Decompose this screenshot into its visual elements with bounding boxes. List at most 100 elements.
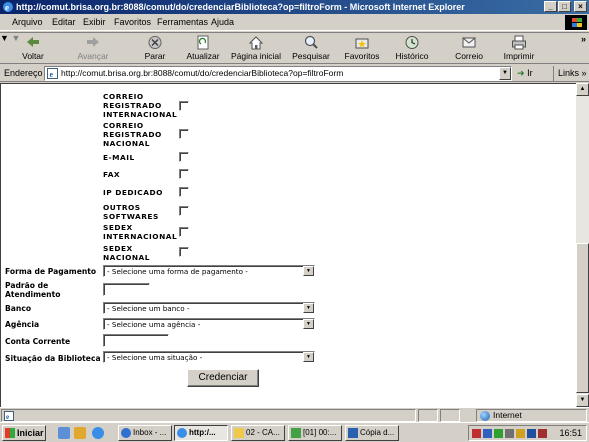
task-document[interactable]: Cópia d... (345, 425, 399, 441)
start-button[interactable]: Iniciar (2, 425, 46, 441)
links-button[interactable]: Links » (553, 66, 587, 81)
address-label: Endereço (4, 68, 43, 78)
tray-icon-4[interactable] (505, 429, 514, 438)
vertical-scrollbar[interactable]: ▲ ▼ (576, 83, 589, 407)
menu-bar: Arquivo Editar Exibir Favoritos Ferramen… (0, 14, 589, 31)
service-checkbox-fax[interactable] (179, 169, 189, 179)
system-tray: 16:51 (468, 425, 587, 441)
agency-select-value: - Selecione uma agência - (107, 320, 201, 329)
account-input[interactable] (103, 334, 169, 347)
service-checkbox-ip-dedicado[interactable] (179, 187, 189, 197)
status-select[interactable]: - Selecione uma situação - ▼ (103, 351, 315, 363)
service-checkbox-sedex-nacional[interactable] (179, 247, 189, 257)
menu-editar[interactable]: Editar (52, 17, 76, 27)
payment-select[interactable]: - Selecione uma forma de pagamento - ▼ (103, 265, 315, 277)
page-status-icon: e (4, 411, 14, 421)
menu-ferramentas[interactable]: Ferramentas (157, 17, 208, 27)
service-label-ip-dedicado: IP DEDICADO (103, 188, 163, 197)
credenciar-button[interactable]: Credenciar (187, 369, 259, 387)
task-ie-label: http:/... (189, 428, 216, 437)
menu-ajuda[interactable]: Ajuda (211, 17, 234, 27)
forward-label: Avançar (77, 51, 109, 61)
schedule-label: Padrão de Atendimento (5, 281, 61, 299)
maximize-button[interactable]: □ (558, 1, 571, 12)
outlook-express-icon[interactable] (74, 427, 86, 439)
windows-logo-icon (565, 15, 587, 30)
taskbar: Iniciar Inbox - ... http:/... 02 - CA...… (0, 422, 589, 442)
favorites-button[interactable]: Favoritos (342, 35, 382, 63)
bank-label: Banco (5, 304, 32, 313)
speaker-icon[interactable] (516, 429, 525, 438)
ie-quicklaunch-icon[interactable] (92, 427, 104, 439)
task-inbox[interactable]: Inbox - ... (118, 425, 172, 441)
address-dropdown-button[interactable]: ▼ (499, 67, 511, 80)
task-folder[interactable]: 02 - CA... (231, 425, 285, 441)
search-label: Pesquisar (292, 51, 330, 61)
status-bar: e Internet (0, 407, 589, 422)
search-button[interactable]: Pesquisar (291, 35, 331, 63)
agency-select[interactable]: - Selecione uma agência - ▼ (103, 318, 315, 330)
network-icon[interactable] (527, 429, 536, 438)
chevron-down-icon: ▼ (303, 303, 314, 313)
print-button[interactable]: Imprimir (500, 35, 538, 63)
service-label-sedex-nacional: SEDEX NACIONAL (103, 244, 150, 262)
start-label: Iniciar (17, 428, 44, 438)
show-desktop-icon[interactable] (58, 427, 70, 439)
stop-button[interactable]: Parar (138, 35, 172, 63)
service-checkbox-correio-registrado-internacional[interactable] (179, 101, 189, 111)
refresh-button[interactable]: Atualizar (182, 35, 224, 63)
menu-exibir[interactable]: Exibir (83, 17, 106, 27)
back-button[interactable]: Voltar (14, 35, 52, 63)
toolbar-more-button[interactable]: » (581, 34, 586, 44)
go-button[interactable]: ➜ Ir (517, 68, 533, 79)
service-label-fax: FAX (103, 170, 121, 179)
refresh-label: Atualizar (186, 51, 220, 61)
page-content: CORREIO REGISTRADO INTERNACIONAL CORREIO RE… (0, 83, 576, 407)
scroll-thumb[interactable] (576, 243, 589, 393)
back-dropdown-icon[interactable]: ▼ (0, 33, 9, 43)
tray-icon-2[interactable] (483, 429, 492, 438)
mail-button[interactable]: Correio (452, 35, 486, 63)
service-checkbox-correio-registrado-nacional[interactable] (179, 129, 189, 139)
svg-text:e: e (6, 413, 9, 421)
forward-button[interactable]: Avançar (72, 35, 114, 63)
security-zone: Internet (476, 409, 587, 422)
back-arrow-icon (27, 37, 39, 47)
back-label: Voltar (22, 51, 44, 61)
chevron-down-icon: ▼ (303, 319, 314, 329)
task-chat[interactable]: [01] 00:... (288, 425, 342, 441)
title-bar: e http://comut.brisa.org.br:8088/comut/d… (0, 0, 589, 14)
service-checkbox-outros-softwares[interactable] (179, 206, 189, 216)
mail-label: Correio (455, 51, 483, 61)
bank-select[interactable]: - Selecione um banco - ▼ (103, 302, 315, 314)
home-button[interactable]: Página inicial (230, 35, 282, 63)
schedule-input[interactable] (103, 283, 150, 296)
history-button[interactable]: Histórico (392, 35, 432, 63)
close-button[interactable]: × (574, 1, 587, 12)
search-icon (304, 35, 318, 49)
menu-arquivo[interactable]: Arquivo (12, 17, 43, 27)
service-checkbox-sedex-internacional[interactable] (179, 227, 189, 237)
status-main-pane: e (1, 409, 416, 422)
tray-icon-7[interactable] (538, 429, 547, 438)
ie-icon (177, 428, 187, 438)
menu-favoritos[interactable]: Favoritos (114, 17, 151, 27)
task-ie[interactable]: http:/... (174, 425, 228, 441)
address-input[interactable]: e http://comut.brisa.org.br:8088/comut/d… (44, 66, 512, 81)
service-label-outros-softwares: OUTROS SOFTWARES (103, 203, 159, 221)
scroll-up-button[interactable]: ▲ (576, 83, 589, 96)
svg-text:e: e (5, 3, 9, 13)
stop-icon (148, 36, 162, 49)
tray-icon-3[interactable] (494, 429, 503, 438)
chevron-down-icon: ▼ (303, 266, 314, 276)
scroll-down-button[interactable]: ▼ (576, 394, 589, 407)
tray-icon-1[interactable] (472, 429, 481, 438)
status-pane-3 (440, 409, 460, 422)
task-folder-label: 02 - CA... (246, 428, 280, 437)
minimize-button[interactable]: _ (544, 1, 557, 12)
zone-label: Internet (493, 410, 522, 420)
service-checkbox-email[interactable] (179, 152, 189, 162)
page-ie-icon: e (47, 68, 58, 79)
status-label: Situação da Biblioteca (5, 354, 101, 363)
toolbar: Voltar ▼ Avançar ▼ Parar Atualizar Págin… (0, 32, 589, 64)
